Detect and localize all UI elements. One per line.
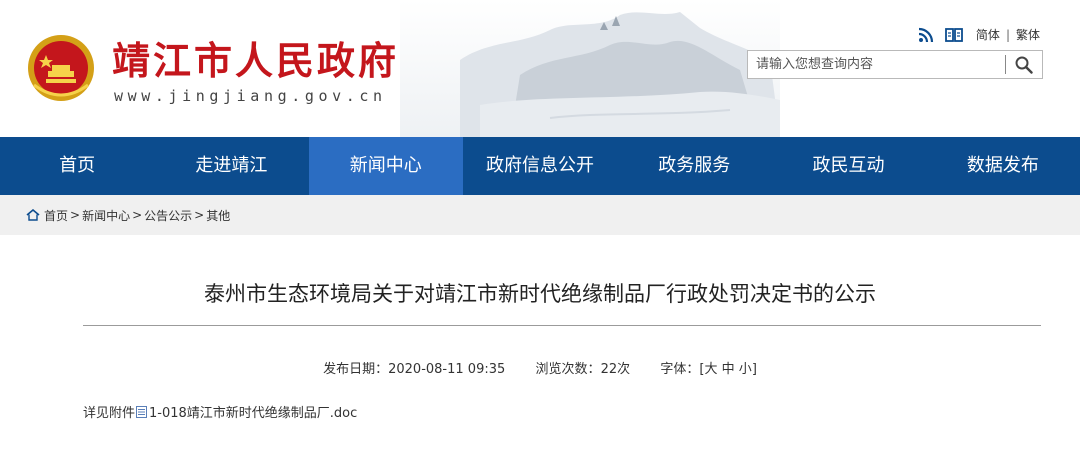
article-title: 泰州市生态环境局关于对靖江市新时代绝缘制品厂行政处罚决定书的公示 [204, 282, 876, 306]
breadcrumb-notices[interactable]: 公告公示 [144, 207, 192, 224]
breadcrumb-news-center[interactable]: 新闻中心 [82, 207, 130, 224]
home-icon [26, 209, 40, 221]
attachment-prefix: 详见附件 [83, 406, 136, 421]
nav-item-home[interactable]: 首页 [0, 137, 154, 195]
nav-item-news-center[interactable]: 新闻中心 [308, 137, 463, 195]
rss-icon[interactable] [918, 27, 936, 43]
site-title: 靖江市人民政府 [112, 38, 400, 83]
topbar-divider: | [1005, 27, 1010, 42]
font-size-large-button[interactable]: 大 [704, 362, 717, 377]
search-button[interactable] [1006, 51, 1042, 78]
reader-icon[interactable] [944, 27, 964, 43]
search-icon [1015, 56, 1033, 74]
topbar: 简体 | 繁体 [918, 26, 1040, 43]
publish-date: 2020-08-11 09:35 [388, 362, 506, 377]
site-header: 靖江市人民政府 www.jingjiang.gov.cn 简体 | 繁体 [0, 0, 1080, 137]
attachment-line: 详见附件 1-018靖江市新时代绝缘制品厂.doc [83, 402, 357, 421]
nav-item-data-release[interactable]: 数据发布 [926, 137, 1080, 195]
font-size-medium-button[interactable]: 中 [722, 362, 735, 377]
font-size-small-button[interactable]: 小 [739, 362, 752, 377]
site-domain: www.jingjiang.gov.cn [114, 87, 387, 105]
traditional-link[interactable]: 繁体 [1016, 26, 1040, 43]
title-divider [83, 325, 1041, 326]
breadcrumb-separator: > [70, 208, 81, 222]
breadcrumb-separator: > [132, 208, 143, 222]
breadcrumb-other[interactable]: 其他 [206, 207, 230, 224]
publish-label: 发布日期： [323, 362, 389, 377]
main-nav: 首页 走进靖江 新闻中心 政府信息公开 政务服务 政民互动 数据发布 [0, 137, 1080, 195]
nav-item-about-jingjiang[interactable]: 走进靖江 [154, 137, 308, 195]
breadcrumb: 首页 > 新闻中心 > 公告公示 > 其他 [0, 195, 1080, 235]
nav-item-gov-info-disclosure[interactable]: 政府信息公开 [463, 137, 617, 195]
landscape-banner [400, 0, 780, 137]
views-label: 浏览次数： [535, 362, 601, 377]
search-input[interactable] [748, 51, 1006, 78]
font-size-label: 字体： [660, 362, 700, 377]
nav-item-gov-services[interactable]: 政务服务 [617, 137, 771, 195]
article-meta: 发布日期：2020-08-11 09:35 浏览次数：22次 字体：[大 中 小… [0, 358, 1080, 377]
breadcrumb-home[interactable]: 首页 [44, 207, 68, 224]
simplified-link[interactable]: 简体 [976, 26, 1000, 43]
doc-file-icon [136, 405, 148, 418]
national-emblem-icon [28, 35, 94, 101]
nav-item-interaction[interactable]: 政民互动 [771, 137, 925, 195]
font-bracket-close: ] [751, 362, 757, 377]
views-count: 22次 [600, 362, 631, 377]
breadcrumb-separator: > [194, 208, 205, 222]
search-box [747, 50, 1043, 79]
attachment-link[interactable]: 1-018靖江市新时代绝缘制品厂.doc [149, 402, 357, 421]
